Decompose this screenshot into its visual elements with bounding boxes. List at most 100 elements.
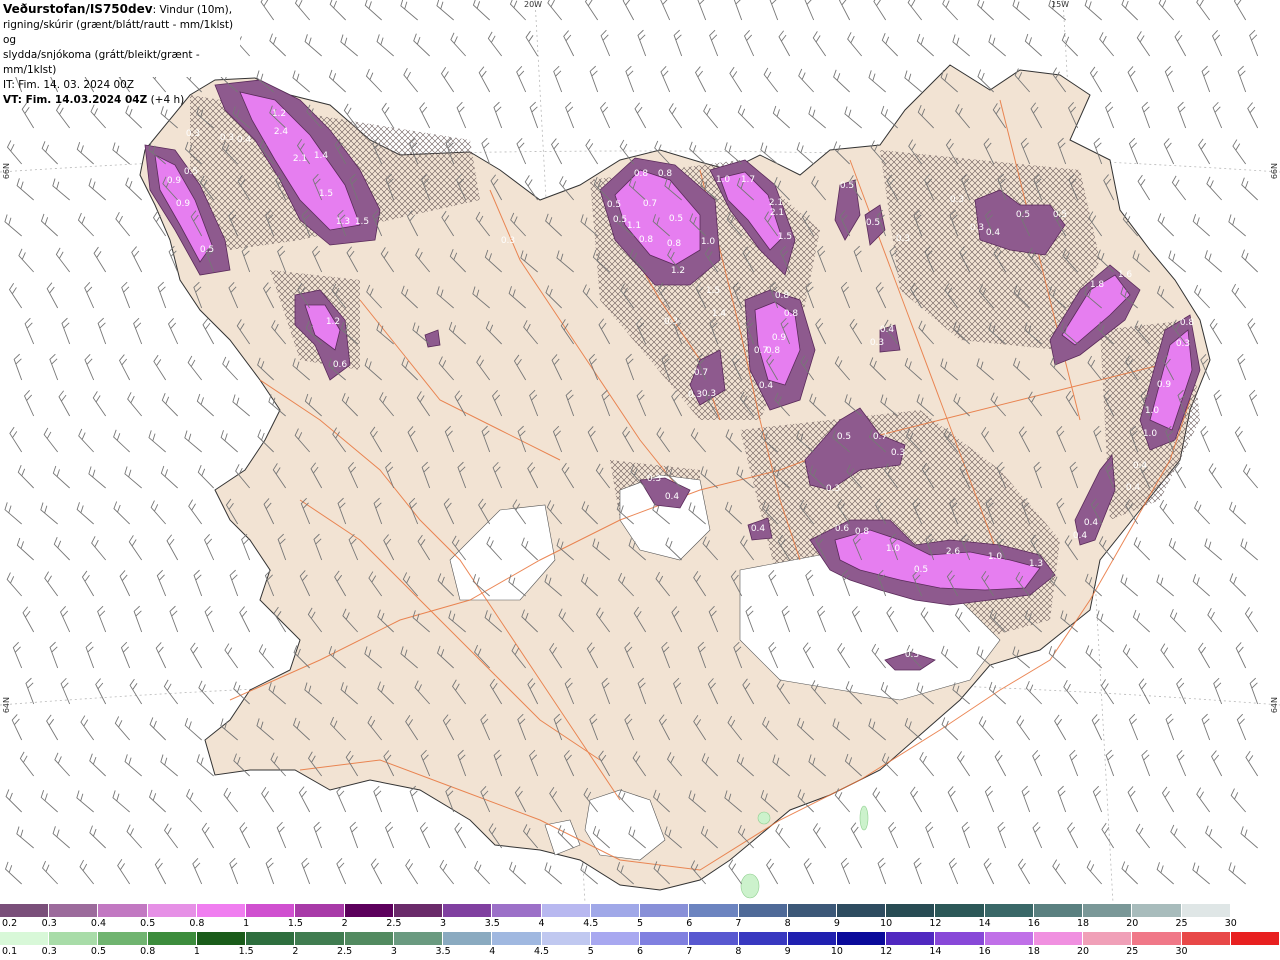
- wind-barb: [1016, 715, 1031, 741]
- wind-barb: [1136, 31, 1151, 57]
- wind-barb: [85, 641, 95, 669]
- wind-barb: [220, 430, 238, 453]
- wind-barb: [112, 142, 130, 165]
- wind-barb: [544, 862, 562, 885]
- scale-swatch: [640, 932, 690, 945]
- wind-barb: [186, 788, 202, 813]
- wind-barb: [1196, 0, 1211, 21]
- precip-value-label: 1.0: [1143, 429, 1158, 439]
- wind-barb: [329, 0, 346, 21]
- wind-barb: [169, 605, 179, 633]
- wind-barb: [1249, 389, 1259, 417]
- wind-barb: [119, 570, 131, 597]
- wind-barb: [160, 754, 178, 777]
- wind-barb: [1169, 608, 1186, 633]
- wind-barb: [1204, 250, 1222, 273]
- precip-value-label: 0.8: [658, 169, 673, 179]
- scale-label: 0.3: [41, 918, 57, 929]
- wind-barb: [313, 821, 323, 849]
- wind-barb: [1194, 500, 1210, 525]
- wind-barb: [298, 786, 311, 813]
- wind-barb: [4, 861, 22, 885]
- wind-barb: [419, 822, 431, 849]
- brand-label: Veðurstofan/IS750dev: [3, 2, 153, 16]
- precip-value-label: 0.5: [1016, 210, 1030, 220]
- wind-barb: [167, 318, 179, 345]
- wind-barb: [634, 102, 647, 129]
- wind-barb: [127, 392, 143, 417]
- scale-label: 1.5: [287, 918, 303, 929]
- wind-barb: [1249, 677, 1259, 705]
- wind-barb: [18, 248, 34, 273]
- scale-label: 16: [1027, 918, 1040, 929]
- wind-barb: [84, 282, 95, 309]
- scale-label: 20: [1077, 946, 1090, 957]
- scale-label: 7: [735, 918, 742, 929]
- wind-barb: [229, 857, 239, 885]
- wind-barb: [1164, 65, 1175, 93]
- scale-label: 5: [587, 946, 594, 957]
- wind-barb: [376, 34, 394, 57]
- wind-barb: [117, 858, 131, 885]
- wind-barb: [1161, 786, 1175, 813]
- scale-swatch: [295, 932, 345, 945]
- wind-barb: [1017, 858, 1031, 885]
- wind-barb: [1032, 821, 1043, 849]
- wind-barb: [1205, 825, 1222, 849]
- wind-barb: [6, 140, 23, 165]
- precip-value-label: 0.5: [837, 432, 851, 442]
- wind-barb: [625, 65, 635, 93]
- precip-value-label: 0.8: [855, 527, 870, 537]
- wind-barb: [1121, 0, 1138, 21]
- precip-value-label: 0.4: [1073, 531, 1088, 541]
- precip-value-label: 0.3: [1176, 339, 1190, 349]
- wind-barb: [184, 430, 202, 453]
- wind-barb: [92, 391, 107, 417]
- wind-barb: [223, 787, 239, 813]
- precip-value-label: 0.5: [866, 218, 880, 228]
- wind-barb: [1067, 822, 1079, 849]
- scale-label: 2.5: [337, 946, 353, 957]
- wind-barb: [149, 717, 166, 741]
- wind-barb: [1105, 749, 1115, 777]
- wind-barb: [126, 824, 143, 849]
- wind-barb: [1133, 537, 1150, 561]
- precip-value-label: 0.5: [840, 181, 854, 191]
- scale-label: 16: [978, 946, 991, 957]
- wind-barb: [439, 859, 455, 885]
- wind-barb: [301, 857, 311, 885]
- lat-label-64n-left: 64N: [2, 697, 11, 714]
- wind-barb: [9, 426, 23, 453]
- scale-label: 0.5: [90, 946, 107, 957]
- scale-swatch: [738, 904, 788, 917]
- wind-barb: [1192, 214, 1210, 237]
- wind-barb: [364, 0, 382, 21]
- wind-barb: [997, 821, 1007, 849]
- wind-barb: [1057, 785, 1067, 813]
- wind-barb: [798, 68, 814, 93]
- scale-swatch: [836, 932, 887, 945]
- precip-value-label: 0.3: [501, 236, 515, 246]
- wind-barb: [1209, 318, 1223, 345]
- wind-barb: [113, 501, 130, 525]
- wind-barb: [80, 715, 95, 741]
- wind-barb: [1230, 788, 1247, 813]
- wind-barb: [1024, 33, 1042, 57]
- wind-barb: [668, 103, 683, 129]
- wind-barb: [525, 30, 539, 57]
- scale-swatch: [246, 932, 296, 945]
- wind-barb: [40, 790, 58, 813]
- precip-value-label: 1.2: [671, 266, 685, 276]
- scale-swatch: [689, 904, 739, 917]
- wind-barb: [812, 31, 827, 57]
- scale-label: 0.8: [140, 946, 156, 957]
- scale-label: 1: [243, 918, 250, 929]
- precip-value-label: 0.3: [702, 389, 716, 399]
- title-line1: : Vindur (10m),: [152, 4, 233, 16]
- wind-barb: [1247, 102, 1259, 129]
- wind-barb: [112, 790, 130, 813]
- precip-value-label: 0.5: [914, 565, 928, 575]
- precip-value-label: 1.3: [336, 217, 350, 227]
- precip-value-label: 1.5: [319, 189, 333, 199]
- wind-barb: [1121, 861, 1138, 885]
